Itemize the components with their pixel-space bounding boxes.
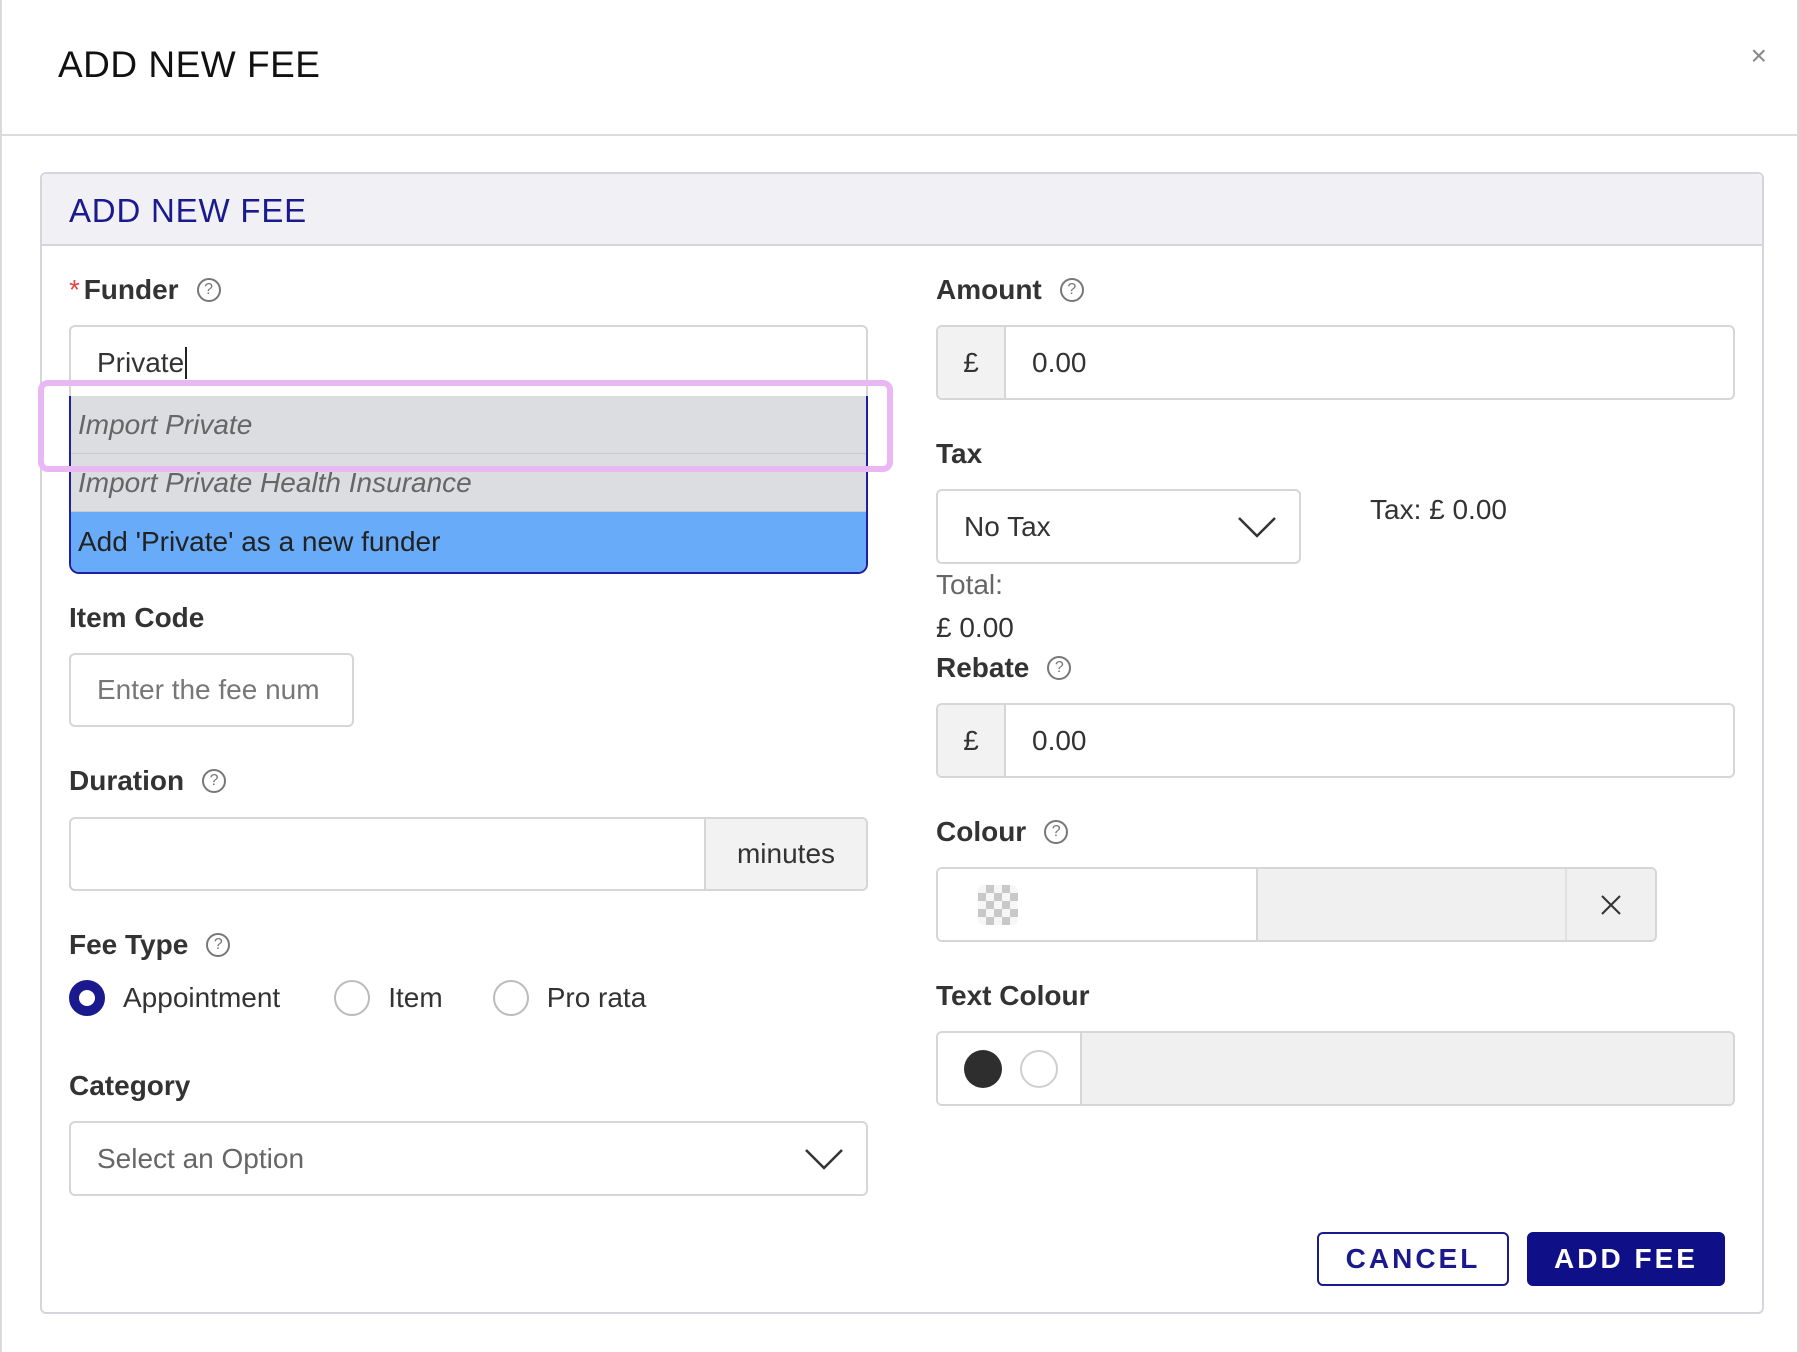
required-mark: * (69, 274, 80, 305)
rebate-label: Rebate ? (936, 652, 1072, 684)
add-fee-modal: ADD NEW FEE × ADD NEW FEE * Funder ? Pri… (0, 0, 1799, 1352)
funder-label: * Funder ? (69, 274, 221, 306)
radio-label: Item (388, 982, 443, 1013)
panel-header: ADD NEW FEE (42, 174, 1762, 246)
modal-title: ADD NEW FEE (58, 44, 321, 85)
text-colour-options (938, 1033, 1082, 1104)
close-icon (1601, 894, 1621, 915)
text-colour-light-option[interactable] (1020, 1049, 1058, 1088)
duration-label-text: Duration (69, 765, 185, 796)
item-code-placeholder: Enter the fee num (97, 674, 320, 705)
chevron-down-icon (805, 1148, 843, 1170)
close-icon[interactable]: × (1751, 40, 1767, 72)
category-placeholder: Select an Option (97, 1142, 305, 1174)
radio-label: Pro rata (546, 982, 647, 1013)
help-icon[interactable]: ? (1044, 820, 1069, 844)
total-label: Total: (936, 569, 1003, 600)
help-icon[interactable]: ? (206, 933, 231, 957)
funder-label-text: Funder (83, 274, 179, 305)
colour-label-text: Colour (936, 816, 1027, 847)
duration-label: Duration ? (69, 765, 227, 797)
radio-unselected-icon[interactable] (492, 980, 529, 1016)
fee-type-radio-group: Appointment Item Pro rata (69, 980, 696, 1016)
funder-input-value: Private (97, 347, 185, 378)
tax-label: Tax (936, 438, 982, 470)
duration-input-group: minutes (69, 817, 868, 891)
text-colour-label-text: Text Colour (936, 980, 1090, 1011)
radio-unselected-icon[interactable] (334, 980, 371, 1016)
fee-type-label-text: Fee Type (69, 929, 189, 960)
colour-picker (936, 867, 1657, 942)
amount-input-group: £ 0.00 (936, 325, 1735, 400)
chevron-down-icon (1238, 516, 1276, 538)
help-icon[interactable]: ? (1047, 656, 1072, 680)
rebate-label-text: Rebate (936, 652, 1030, 683)
item-code-label-text: Item Code (69, 602, 205, 633)
funder-option-add-new[interactable]: Add 'Private' as a new funder (71, 512, 866, 572)
colour-value-field[interactable] (1258, 869, 1565, 940)
item-code-input[interactable]: Enter the fee num (69, 653, 354, 727)
text-colour-picker (936, 1031, 1735, 1106)
tax-selected-value: No Tax (964, 510, 1051, 542)
category-label-text: Category (69, 1070, 191, 1101)
amount-label: Amount ? (936, 274, 1084, 306)
text-cursor (185, 347, 188, 379)
transparent-swatch-icon (978, 884, 1018, 925)
amount-label-text: Amount (936, 274, 1042, 305)
amount-input[interactable]: 0.00 (1006, 327, 1733, 398)
text-colour-dark-option[interactable] (964, 1049, 1002, 1088)
category-label: Category (69, 1070, 190, 1102)
radio-selected-icon[interactable] (69, 980, 105, 1016)
radio-label: Appointment (123, 982, 281, 1013)
tax-summary: Tax: £ 0.00 (1370, 494, 1507, 525)
colour-swatch-button[interactable] (938, 869, 1258, 940)
highlight-annotation (38, 380, 893, 472)
tax-label-text: Tax (936, 438, 983, 469)
rebate-input[interactable]: 0.00 (1006, 705, 1733, 776)
fee-type-appointment[interactable]: Appointment (69, 980, 280, 1016)
text-colour-label: Text Colour (936, 980, 1089, 1012)
help-icon[interactable]: ? (1059, 278, 1084, 302)
item-code-label: Item Code (69, 602, 204, 634)
help-icon[interactable]: ? (196, 278, 221, 302)
clear-colour-button[interactable] (1565, 869, 1655, 940)
colour-label: Colour ? (936, 816, 1069, 848)
currency-prefix: £ (938, 327, 1006, 398)
tax-select[interactable]: No Tax (936, 489, 1301, 564)
fee-type-item[interactable]: Item (334, 980, 443, 1016)
category-select[interactable]: Select an Option (69, 1121, 868, 1196)
rebate-input-group: £ 0.00 (936, 703, 1735, 778)
panel-title: ADD NEW FEE (69, 192, 307, 229)
cancel-button[interactable]: CANCEL (1317, 1232, 1509, 1286)
help-icon[interactable]: ? (202, 769, 227, 793)
fee-type-label: Fee Type ? (69, 929, 231, 961)
total-value: £ 0.00 (936, 612, 1014, 643)
modal-header: ADD NEW FEE × (2, 0, 1797, 136)
duration-input[interactable] (71, 819, 704, 889)
fee-type-pro-rata[interactable]: Pro rata (492, 980, 647, 1016)
currency-prefix: £ (938, 705, 1006, 776)
add-fee-button[interactable]: ADD FEE (1527, 1232, 1725, 1286)
duration-suffix: minutes (704, 819, 866, 889)
text-colour-value-field[interactable] (1082, 1033, 1733, 1104)
